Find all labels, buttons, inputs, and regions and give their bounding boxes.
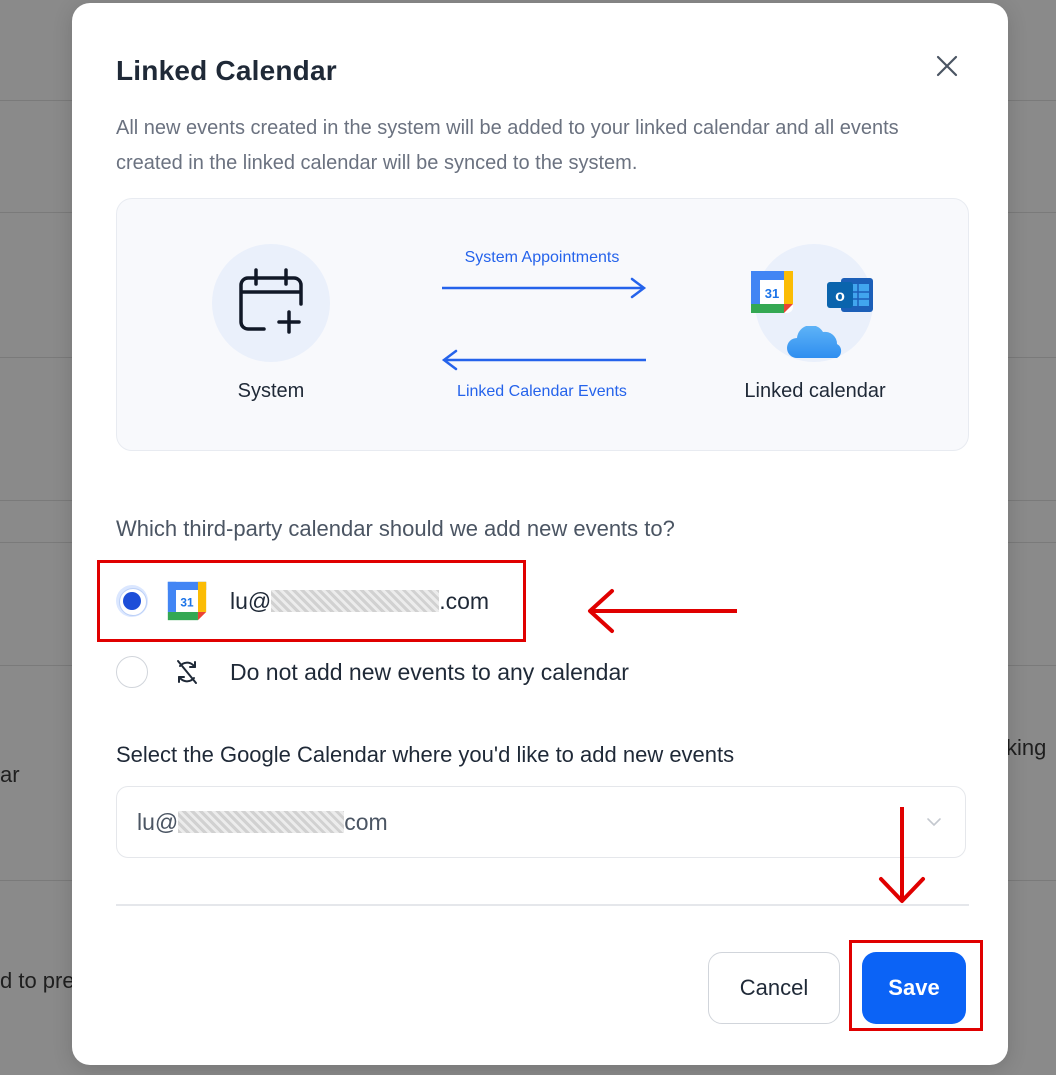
linked-calendar-icon-circle: 31 o bbox=[751, 244, 873, 362]
annotation-highlight-save bbox=[849, 940, 983, 1031]
linked-calendar-modal: Linked Calendar All new events created i… bbox=[72, 3, 1008, 1065]
option-no-calendar-label: Do not add new events to any calendar bbox=[230, 658, 629, 685]
outlook-icon: o bbox=[827, 278, 873, 312]
radio-unselected[interactable] bbox=[116, 656, 148, 688]
outlook-letter: o bbox=[835, 288, 845, 305]
system-label: System bbox=[237, 380, 305, 402]
annotation-arrow-down-icon bbox=[879, 807, 925, 903]
google-calendar-day: 31 bbox=[765, 286, 779, 301]
google-calendar-select[interactable]: lu@ com bbox=[116, 786, 966, 858]
calendar-plus-icon bbox=[239, 268, 303, 334]
option-icon-wrapper bbox=[166, 651, 208, 693]
arrow-left-label: Linked Calendar Events bbox=[457, 383, 627, 400]
sync-disabled-icon bbox=[177, 660, 197, 684]
arrow-left-icon bbox=[441, 349, 646, 371]
bg-text-fragment: king bbox=[1006, 735, 1047, 760]
arrow-right-label: System Appointments bbox=[464, 249, 620, 266]
option-no-calendar[interactable]: Do not add new events to any calendar bbox=[116, 650, 629, 694]
annotation-arrow-left-icon bbox=[588, 589, 737, 633]
close-icon bbox=[936, 55, 958, 77]
calendar-question: Which third-party calendar should we add… bbox=[116, 516, 675, 541]
sync-diagram: System System Appointments Linked Calend… bbox=[116, 198, 969, 451]
modal-description: All new events created in the system wil… bbox=[116, 117, 899, 174]
select-value-prefix: lu@ bbox=[137, 808, 179, 835]
cancel-button[interactable]: Cancel bbox=[708, 952, 840, 1024]
bg-text-fragment: d to pre bbox=[0, 968, 75, 993]
system-icon-circle bbox=[212, 244, 330, 362]
select-value-suffix: com bbox=[344, 808, 388, 835]
icloud-icon bbox=[787, 326, 842, 358]
select-calendar-label: Select the Google Calendar where you'd l… bbox=[116, 742, 735, 767]
google-calendar-icon: 31 bbox=[751, 271, 793, 313]
footer-divider bbox=[116, 904, 969, 906]
annotation-highlight-option bbox=[97, 560, 526, 642]
redacted-email bbox=[178, 811, 345, 833]
linked-calendar-label: Linked calendar bbox=[744, 380, 886, 402]
bg-text-fragment: ar bbox=[0, 762, 20, 787]
arrow-right-icon bbox=[442, 277, 647, 299]
close-button[interactable] bbox=[930, 49, 964, 83]
modal-title: Linked Calendar bbox=[116, 55, 337, 86]
